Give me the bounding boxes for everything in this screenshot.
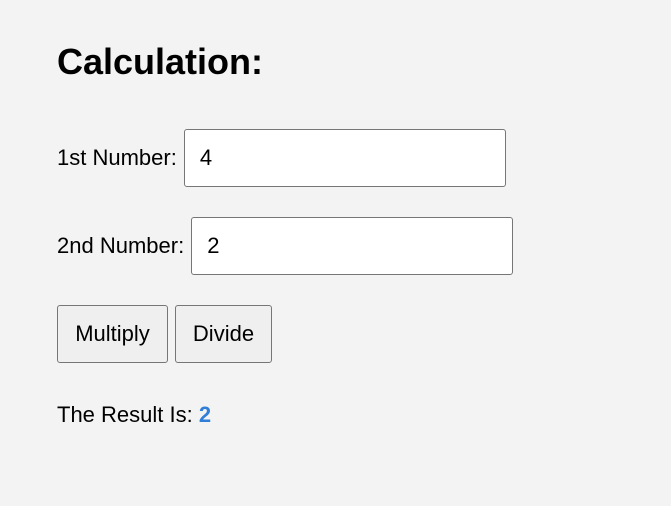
first-number-label: 1st Number: bbox=[57, 145, 177, 170]
result-label: The Result Is: bbox=[57, 402, 199, 427]
page-title: Calculation: bbox=[57, 41, 264, 82]
divide-button[interactable]: Divide bbox=[175, 305, 272, 363]
first-number-row: 1st Number: bbox=[57, 129, 506, 187]
second-number-input[interactable] bbox=[191, 217, 514, 275]
multiply-button[interactable]: Multiply bbox=[57, 305, 168, 363]
second-number-row: 2nd Number: bbox=[57, 217, 514, 275]
second-number-label: 2nd Number: bbox=[57, 233, 185, 258]
result-value: 2 bbox=[198, 402, 212, 427]
first-number-input[interactable] bbox=[183, 129, 506, 187]
operation-buttons: Multiply Divide bbox=[57, 305, 272, 363]
result-line: The Result Is: 2 bbox=[57, 402, 211, 428]
